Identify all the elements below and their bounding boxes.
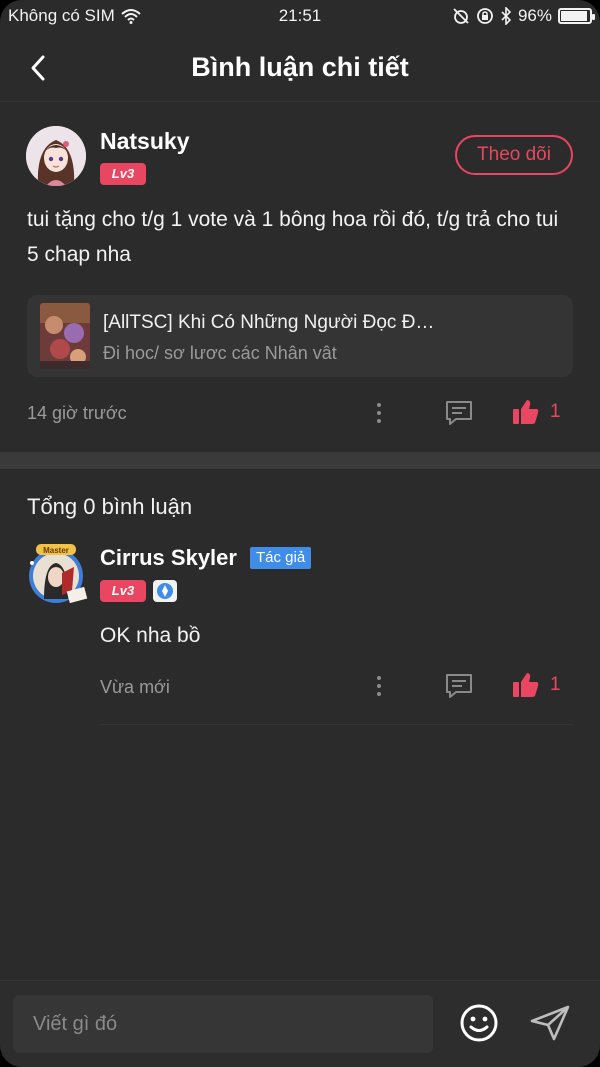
reply-divider [100, 724, 573, 725]
status-bar: Không có SIM 21:51 96% [0, 0, 600, 34]
main-comment: Natsuky Lv3 Theo dõi tui tặng cho t/g 1 … [0, 102, 600, 452]
level-badge: Lv3 [100, 163, 146, 185]
comment-text: tui tặng cho t/g 1 vote và 1 bông hoa rồ… [27, 208, 559, 266]
header: Bình luận chi tiết [0, 34, 600, 102]
avatar[interactable] [26, 126, 86, 186]
like-button[interactable]: 1 [512, 398, 561, 426]
level-badge: Lv3 [100, 580, 146, 602]
more-options-icon[interactable] [367, 671, 391, 701]
send-icon[interactable] [528, 1003, 572, 1043]
username[interactable]: Natsuky [100, 128, 189, 155]
emoji-icon[interactable] [459, 1003, 499, 1043]
follow-button[interactable]: Theo dõi [455, 135, 573, 175]
composer-bar [0, 980, 600, 1067]
author-badge: Tác giả [250, 547, 312, 569]
more-options-icon[interactable] [367, 398, 391, 428]
thumbs-up-icon [513, 673, 539, 697]
rotation-lock-icon [477, 8, 493, 24]
master-badge-text: Master [43, 546, 69, 555]
avatar[interactable]: Master [22, 543, 90, 605]
section-divider [0, 452, 600, 469]
like-count: 1 [550, 401, 561, 422]
story-cover [40, 303, 90, 369]
like-count: 1 [550, 674, 561, 695]
diamond-icon [153, 580, 177, 602]
comment-input[interactable] [13, 995, 433, 1053]
story-subtitle: Đi hoc/ sơ lươc các Nhân vât [103, 343, 337, 363]
reply-username[interactable]: Cirrus Skyler [100, 545, 237, 571]
bluetooth-icon [501, 7, 512, 25]
story-title: [AllTSC] Khi Có Những Người Đọc Đ… [103, 312, 435, 333]
comment-count: Tổng 0 bình luận [27, 494, 193, 519]
reply-icon[interactable] [444, 671, 474, 701]
reply-time: Vừa mới [100, 677, 170, 697]
avatar-image: Master [29, 544, 88, 604]
battery-percent: 96% [517, 6, 552, 25]
like-button[interactable]: 1 [512, 671, 561, 699]
alarm-off-icon [453, 8, 469, 24]
reply-icon[interactable] [444, 398, 474, 428]
avatar-image [26, 126, 86, 186]
battery-icon [558, 8, 595, 24]
thumbs-up-icon [513, 400, 539, 424]
screen: Không có SIM 21:51 96% Bình luận chi tiế… [0, 0, 600, 1067]
story-card[interactable]: [AllTSC] Khi Có Những Người Đọc Đ… Đi ho… [27, 295, 573, 377]
post-time: 14 giờ trước [27, 403, 127, 423]
reply-text: OK nha bồ [100, 624, 201, 647]
page-title: Bình luận chi tiết [191, 52, 409, 82]
